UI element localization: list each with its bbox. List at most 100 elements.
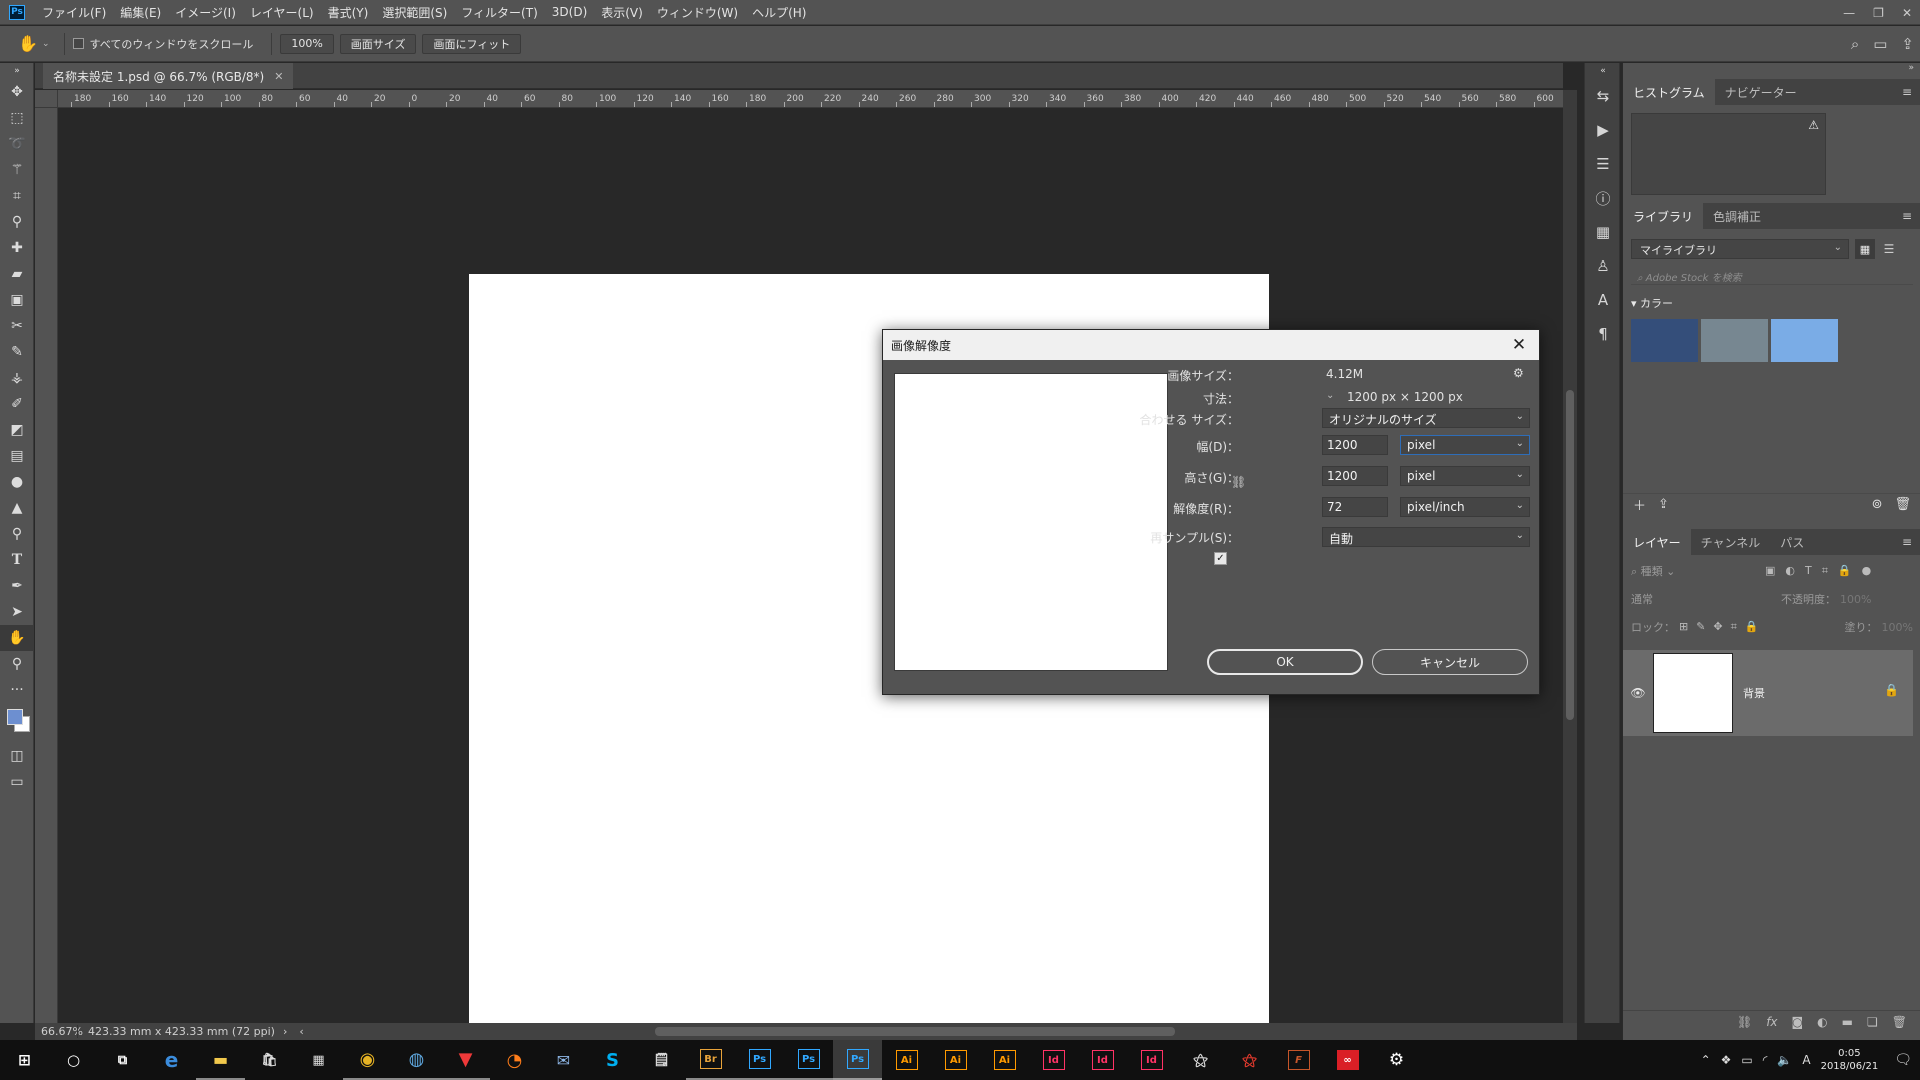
mail-icon[interactable]: ✉: [539, 1040, 588, 1080]
info-panel-icon[interactable]: ⓘ: [1585, 181, 1621, 215]
upload-icon[interactable]: ⇪: [1658, 497, 1669, 512]
panel-collapse-icon[interactable]: «: [1585, 63, 1621, 79]
color-swatch[interactable]: [1771, 319, 1838, 362]
workspace-icon[interactable]: ▭: [1873, 35, 1887, 53]
folder-icon[interactable]: ▬: [1842, 1015, 1853, 1029]
sharpen-tool-icon[interactable]: ▲: [0, 495, 34, 521]
color-swatch[interactable]: [1701, 319, 1768, 362]
close-window-icon[interactable]: ✕: [1902, 6, 1912, 20]
actions-panel-icon[interactable]: ▶: [1585, 113, 1621, 147]
add-icon[interactable]: ＋: [1633, 495, 1646, 514]
stock-search-input[interactable]: ⌕ Adobe Stock を検索: [1631, 267, 1913, 285]
taskbar-app-id[interactable]: Id: [1078, 1040, 1127, 1080]
tab-layers[interactable]: レイヤー: [1623, 529, 1691, 555]
menu-select[interactable]: 選択範囲(S): [375, 4, 454, 21]
scroll-all-checkbox[interactable]: [72, 38, 84, 49]
library-select[interactable]: マイライブラリ ⌄: [1631, 239, 1849, 259]
color-section-header[interactable]: ▾ カラー: [1631, 295, 1673, 311]
magic-wand-tool-icon[interactable]: ⚚: [0, 157, 34, 183]
marquee-tool-icon[interactable]: ⬚: [0, 105, 34, 131]
properties-panel-icon[interactable]: ☰: [1585, 147, 1621, 181]
fx-icon[interactable]: fx: [1766, 1015, 1777, 1029]
panel-menu-icon[interactable]: ≡: [1902, 209, 1912, 223]
eye-icon[interactable]: 👁: [1623, 686, 1653, 700]
adjustment-layer-icon[interactable]: ◐: [1817, 1015, 1827, 1029]
character-panel-icon[interactable]: A: [1585, 283, 1621, 317]
lasso-tool-icon[interactable]: ➰: [0, 131, 34, 157]
trash-icon[interactable]: 🗑: [1894, 497, 1911, 512]
taskbar-app-ps[interactable]: Ps: [833, 1040, 882, 1080]
horizontal-scrollbar-thumb[interactable]: [655, 1027, 1175, 1036]
document-tab[interactable]: 名称未設定 1.psd @ 66.7% (RGB/8*) ✕: [43, 63, 294, 89]
lock-icons[interactable]: ⊞✎✥⌗🔒: [1679, 620, 1767, 634]
zoom-100-button[interactable]: 100%: [280, 33, 334, 54]
minimize-icon[interactable]: —: [1843, 6, 1855, 20]
menu-3d[interactable]: 3D(D): [545, 5, 594, 19]
move-tool-icon[interactable]: ✥: [0, 79, 34, 105]
paragraph-panel-icon[interactable]: ¶: [1585, 317, 1621, 351]
opacity-value[interactable]: 100%: [1840, 593, 1871, 606]
ok-button[interactable]: OK: [1207, 649, 1363, 675]
vertical-scrollbar-thumb[interactable]: [1566, 390, 1574, 720]
flash-icon[interactable]: F: [1274, 1040, 1323, 1080]
resample-checkbox[interactable]: ✓: [1214, 552, 1227, 565]
cc-icon[interactable]: ⊚: [1872, 497, 1883, 512]
cancel-button[interactable]: キャンセル: [1372, 649, 1528, 675]
file-explorer-icon[interactable]: ▬: [196, 1040, 245, 1080]
dodge-tool-icon[interactable]: ⚲: [0, 521, 34, 547]
type-tool-icon[interactable]: T: [0, 547, 34, 573]
menu-layer[interactable]: レイヤー(L): [243, 4, 321, 21]
swatches-panel-icon[interactable]: ▦: [1585, 215, 1621, 249]
search-icon[interactable]: ○: [49, 1040, 98, 1080]
browser-icon[interactable]: ◍: [392, 1040, 441, 1080]
store-icon[interactable]: 🛍: [245, 1040, 294, 1080]
quick-mask-icon[interactable]: ◫: [0, 743, 34, 769]
taskbar-app-id[interactable]: Id: [1029, 1040, 1078, 1080]
panel-collapse-bar[interactable]: »: [1623, 63, 1920, 79]
resample-select[interactable]: 自動 ⌄: [1322, 527, 1530, 547]
patch-tool-icon[interactable]: ▣: [0, 287, 34, 313]
height-unit-select[interactable]: pixel ⌄: [1400, 466, 1530, 486]
panel-menu-icon[interactable]: ≡: [1902, 535, 1912, 549]
menu-type[interactable]: 書式(Y): [321, 4, 376, 21]
resolution-input[interactable]: 72: [1322, 497, 1388, 517]
close-icon[interactable]: ✕: [1509, 335, 1529, 355]
gradient-tool-icon[interactable]: ▤: [0, 443, 34, 469]
history-panel-icon[interactable]: ⇆: [1585, 79, 1621, 113]
taskbar-app-id[interactable]: Id: [1127, 1040, 1176, 1080]
tool-presets-panel-icon[interactable]: ♙: [1585, 249, 1621, 283]
fit-to-select[interactable]: オリジナルのサイズ ⌄: [1322, 408, 1530, 428]
tab-libraries[interactable]: ライブラリ: [1623, 203, 1704, 229]
creative-cloud-icon[interactable]: ∞: [1323, 1040, 1372, 1080]
layer-thumbnail[interactable]: [1653, 653, 1733, 733]
layer-row[interactable]: 👁 背景 🔒: [1623, 650, 1913, 736]
screen-mode-icon[interactable]: ▭: [0, 769, 34, 795]
crop-tool-icon[interactable]: ⌗: [0, 183, 34, 209]
image-preview[interactable]: [894, 373, 1168, 671]
taskbar-app-ps[interactable]: Ps: [735, 1040, 784, 1080]
tray-up-icon[interactable]: ⌃: [1701, 1053, 1711, 1067]
new-layer-icon[interactable]: ❏: [1867, 1015, 1878, 1029]
chevron-down-icon[interactable]: ⌄: [1326, 390, 1338, 402]
history-brush-tool-icon[interactable]: ✐: [0, 391, 34, 417]
hand-tool-icon[interactable]: ✋: [0, 625, 34, 651]
taskbar-app-ai[interactable]: Ai: [980, 1040, 1029, 1080]
more-tools-icon[interactable]: ···: [0, 677, 34, 703]
clock[interactable]: 0:05 2018/06/21: [1821, 1047, 1879, 1073]
screen-size-button[interactable]: 画面サイズ: [339, 33, 417, 54]
menu-filter[interactable]: フィルター(T): [454, 4, 544, 21]
status-zoom[interactable]: 66.67%: [35, 1025, 83, 1038]
taskbar-app-ai[interactable]: Ai: [882, 1040, 931, 1080]
content-aware-move-icon[interactable]: ✂: [0, 313, 34, 339]
gear-icon[interactable]: ⚙: [1513, 366, 1524, 380]
tab-navigator[interactable]: ナビゲーター: [1715, 79, 1807, 105]
acrobat-icon[interactable]: ⚝: [1176, 1040, 1225, 1080]
windows-start-icon[interactable]: ⊞: [0, 1040, 49, 1080]
taskbar-app-ai[interactable]: Ai: [931, 1040, 980, 1080]
notepad-icon[interactable]: 🗒: [637, 1040, 686, 1080]
panel-menu-icon[interactable]: ≡: [1902, 85, 1912, 99]
vivaldi-icon[interactable]: ▼: [441, 1040, 490, 1080]
menu-help[interactable]: ヘルプ(H): [745, 4, 813, 21]
menu-image[interactable]: イメージ(I): [168, 4, 243, 21]
ruler-origin[interactable]: [35, 90, 58, 108]
